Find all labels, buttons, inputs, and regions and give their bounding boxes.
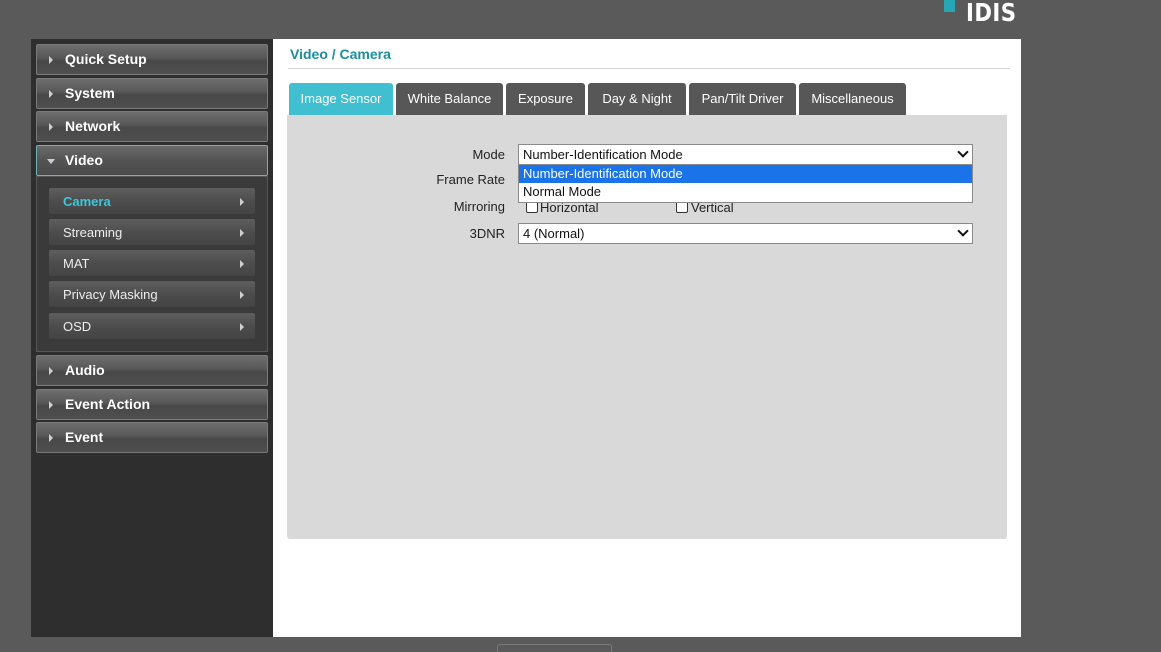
chevron-right-icon bbox=[240, 291, 244, 299]
tab-exposure[interactable]: Exposure bbox=[506, 83, 585, 115]
tab-day-night[interactable]: Day & Night bbox=[588, 83, 686, 115]
sidebar-item-label: Video bbox=[65, 152, 103, 168]
chevron-right-icon bbox=[49, 367, 53, 375]
frame-rate-label: Frame Rate bbox=[436, 172, 505, 187]
submenu-item-label: Camera bbox=[63, 194, 111, 209]
chevron-right-icon bbox=[49, 123, 53, 131]
chevron-right-icon bbox=[49, 434, 53, 442]
chevron-down-icon bbox=[957, 225, 969, 237]
submenu-item-mat[interactable]: MAT bbox=[48, 249, 256, 277]
submenu-item-osd[interactable]: OSD bbox=[48, 312, 256, 340]
title-divider bbox=[288, 68, 1010, 69]
mirroring-label: Mirroring bbox=[453, 199, 505, 214]
sidebar-item-network[interactable]: Network bbox=[36, 111, 268, 142]
bottom-edge-tab bbox=[497, 644, 612, 652]
mode-dropdown-list: Number-Identification Mode Normal Mode bbox=[518, 165, 973, 203]
chevron-right-icon bbox=[240, 198, 244, 206]
sidebar-item-event-action[interactable]: Event Action bbox=[36, 389, 268, 420]
3dnr-select-value: 4 (Normal) bbox=[523, 226, 585, 241]
mode-label: Mode bbox=[472, 147, 505, 162]
chevron-right-icon bbox=[49, 56, 53, 64]
tab-pan-tilt-driver[interactable]: Pan/Tilt Driver bbox=[689, 83, 796, 115]
sidebar-item-system[interactable]: System bbox=[36, 78, 268, 109]
logo-mark-icon bbox=[944, 0, 955, 12]
mode-select[interactable]: Number-Identification Mode bbox=[518, 144, 973, 165]
dropdown-option-normal-mode[interactable]: Normal Mode bbox=[519, 183, 972, 201]
sidebar-item-label: Network bbox=[65, 118, 121, 134]
sidebar-item-label: System bbox=[65, 85, 115, 101]
3dnr-select[interactable]: 4 (Normal) bbox=[518, 223, 973, 244]
submenu-item-label: OSD bbox=[63, 319, 92, 334]
chevron-down-icon bbox=[47, 159, 55, 164]
main-panel: Video / Camera Image Sensor White Balanc… bbox=[273, 39, 1021, 637]
mode-select-value: Number-Identification Mode bbox=[523, 147, 683, 162]
submenu-item-privacy-masking[interactable]: Privacy Masking bbox=[48, 280, 256, 308]
3dnr-label: 3DNR bbox=[469, 226, 505, 241]
video-submenu: Camera Streaming MAT Privacy Masking OSD bbox=[36, 176, 268, 352]
tab-miscellaneous[interactable]: Miscellaneous bbox=[799, 83, 906, 115]
tab-white-balance[interactable]: White Balance bbox=[396, 83, 503, 115]
chevron-right-icon bbox=[240, 260, 244, 268]
sidebar-item-quick-setup[interactable]: Quick Setup bbox=[36, 44, 268, 75]
chevron-right-icon bbox=[49, 401, 53, 409]
sidebar-item-video[interactable]: Video bbox=[36, 145, 268, 176]
logo-text: IDIS bbox=[966, 0, 1017, 27]
sidebar-item-label: Quick Setup bbox=[65, 51, 147, 67]
chevron-down-icon bbox=[957, 146, 969, 158]
sidebar-item-audio[interactable]: Audio bbox=[36, 355, 268, 386]
sidebar-item-label: Event bbox=[65, 429, 104, 445]
submenu-item-streaming[interactable]: Streaming bbox=[48, 218, 256, 246]
chevron-right-icon bbox=[49, 90, 53, 98]
idis-logo: IDIS bbox=[944, 0, 1024, 28]
tab-content: Mode Number-Identification Mode Frame Ra… bbox=[287, 115, 1007, 539]
submenu-item-label: MAT bbox=[63, 256, 90, 271]
submenu-item-label: Streaming bbox=[63, 225, 123, 240]
sidebar-item-label: Event Action bbox=[65, 396, 151, 412]
tab-image-sensor[interactable]: Image Sensor bbox=[289, 83, 393, 115]
sidebar-item-label: Audio bbox=[65, 362, 105, 378]
submenu-item-camera[interactable]: Camera bbox=[48, 187, 256, 215]
submenu-item-label: Privacy Masking bbox=[63, 287, 158, 302]
sidebar-item-event[interactable]: Event bbox=[36, 422, 268, 453]
chevron-right-icon bbox=[240, 229, 244, 237]
sidebar: Quick Setup System Network Video Camera … bbox=[31, 39, 273, 637]
page-title: Video / Camera bbox=[290, 46, 391, 62]
chevron-right-icon bbox=[240, 323, 244, 331]
dropdown-option-number-identification[interactable]: Number-Identification Mode bbox=[519, 165, 972, 183]
